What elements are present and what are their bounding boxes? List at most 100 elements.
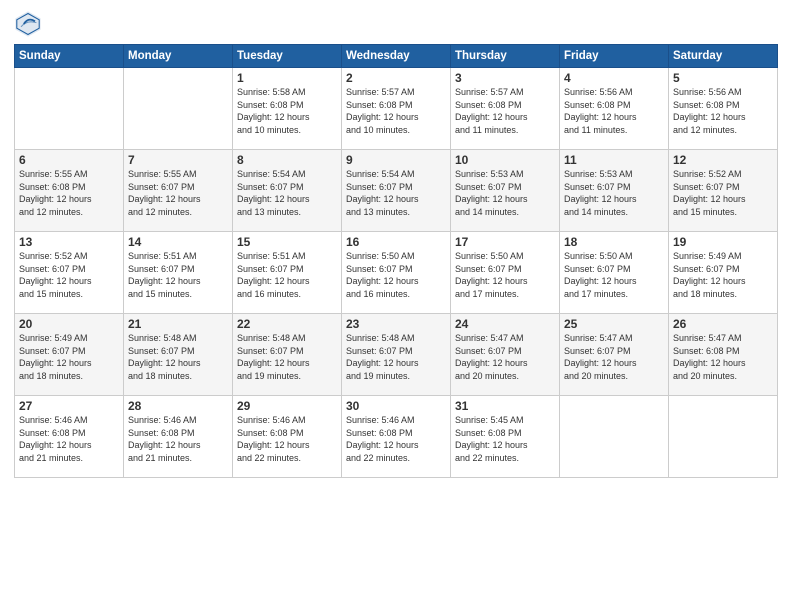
calendar-cell: 22Sunrise: 5:48 AM Sunset: 6:07 PM Dayli… [233, 314, 342, 396]
day-info: Sunrise: 5:47 AM Sunset: 6:07 PM Dayligh… [564, 332, 664, 382]
week-row-0: 1Sunrise: 5:58 AM Sunset: 6:08 PM Daylig… [15, 68, 778, 150]
day-number: 19 [673, 235, 773, 249]
day-number: 7 [128, 153, 228, 167]
day-number: 13 [19, 235, 119, 249]
day-info: Sunrise: 5:55 AM Sunset: 6:07 PM Dayligh… [128, 168, 228, 218]
day-number: 15 [237, 235, 337, 249]
calendar-cell: 7Sunrise: 5:55 AM Sunset: 6:07 PM Daylig… [124, 150, 233, 232]
day-info: Sunrise: 5:48 AM Sunset: 6:07 PM Dayligh… [128, 332, 228, 382]
day-info: Sunrise: 5:48 AM Sunset: 6:07 PM Dayligh… [237, 332, 337, 382]
calendar-cell: 8Sunrise: 5:54 AM Sunset: 6:07 PM Daylig… [233, 150, 342, 232]
calendar-cell: 25Sunrise: 5:47 AM Sunset: 6:07 PM Dayli… [560, 314, 669, 396]
calendar-cell: 9Sunrise: 5:54 AM Sunset: 6:07 PM Daylig… [342, 150, 451, 232]
calendar-header: SundayMondayTuesdayWednesdayThursdayFrid… [15, 45, 778, 68]
day-number: 21 [128, 317, 228, 331]
calendar-cell [669, 396, 778, 478]
calendar-cell: 11Sunrise: 5:53 AM Sunset: 6:07 PM Dayli… [560, 150, 669, 232]
day-number: 18 [564, 235, 664, 249]
day-number: 23 [346, 317, 446, 331]
day-number: 8 [237, 153, 337, 167]
day-info: Sunrise: 5:46 AM Sunset: 6:08 PM Dayligh… [128, 414, 228, 464]
calendar-table: SundayMondayTuesdayWednesdayThursdayFrid… [14, 44, 778, 478]
day-info: Sunrise: 5:56 AM Sunset: 6:08 PM Dayligh… [673, 86, 773, 136]
day-number: 1 [237, 71, 337, 85]
calendar-cell: 19Sunrise: 5:49 AM Sunset: 6:07 PM Dayli… [669, 232, 778, 314]
day-number: 27 [19, 399, 119, 413]
day-info: Sunrise: 5:54 AM Sunset: 6:07 PM Dayligh… [346, 168, 446, 218]
calendar-cell: 16Sunrise: 5:50 AM Sunset: 6:07 PM Dayli… [342, 232, 451, 314]
calendar-cell: 4Sunrise: 5:56 AM Sunset: 6:08 PM Daylig… [560, 68, 669, 150]
logo-icon [14, 10, 42, 38]
calendar-cell: 27Sunrise: 5:46 AM Sunset: 6:08 PM Dayli… [15, 396, 124, 478]
day-number: 2 [346, 71, 446, 85]
calendar-cell: 12Sunrise: 5:52 AM Sunset: 6:07 PM Dayli… [669, 150, 778, 232]
day-number: 28 [128, 399, 228, 413]
day-info: Sunrise: 5:49 AM Sunset: 6:07 PM Dayligh… [19, 332, 119, 382]
day-number: 20 [19, 317, 119, 331]
calendar-cell [15, 68, 124, 150]
day-info: Sunrise: 5:47 AM Sunset: 6:08 PM Dayligh… [673, 332, 773, 382]
calendar-cell: 20Sunrise: 5:49 AM Sunset: 6:07 PM Dayli… [15, 314, 124, 396]
day-info: Sunrise: 5:51 AM Sunset: 6:07 PM Dayligh… [237, 250, 337, 300]
weekday-header-row: SundayMondayTuesdayWednesdayThursdayFrid… [15, 45, 778, 68]
week-row-4: 27Sunrise: 5:46 AM Sunset: 6:08 PM Dayli… [15, 396, 778, 478]
week-row-3: 20Sunrise: 5:49 AM Sunset: 6:07 PM Dayli… [15, 314, 778, 396]
day-info: Sunrise: 5:46 AM Sunset: 6:08 PM Dayligh… [346, 414, 446, 464]
day-number: 25 [564, 317, 664, 331]
calendar-cell: 29Sunrise: 5:46 AM Sunset: 6:08 PM Dayli… [233, 396, 342, 478]
day-number: 31 [455, 399, 555, 413]
day-info: Sunrise: 5:50 AM Sunset: 6:07 PM Dayligh… [564, 250, 664, 300]
calendar-cell: 31Sunrise: 5:45 AM Sunset: 6:08 PM Dayli… [451, 396, 560, 478]
calendar-cell: 3Sunrise: 5:57 AM Sunset: 6:08 PM Daylig… [451, 68, 560, 150]
week-row-2: 13Sunrise: 5:52 AM Sunset: 6:07 PM Dayli… [15, 232, 778, 314]
day-number: 17 [455, 235, 555, 249]
calendar-cell: 15Sunrise: 5:51 AM Sunset: 6:07 PM Dayli… [233, 232, 342, 314]
calendar-cell: 30Sunrise: 5:46 AM Sunset: 6:08 PM Dayli… [342, 396, 451, 478]
weekday-header-friday: Friday [560, 45, 669, 68]
day-info: Sunrise: 5:58 AM Sunset: 6:08 PM Dayligh… [237, 86, 337, 136]
day-number: 16 [346, 235, 446, 249]
week-row-1: 6Sunrise: 5:55 AM Sunset: 6:08 PM Daylig… [15, 150, 778, 232]
weekday-header-thursday: Thursday [451, 45, 560, 68]
calendar-cell: 26Sunrise: 5:47 AM Sunset: 6:08 PM Dayli… [669, 314, 778, 396]
day-number: 10 [455, 153, 555, 167]
calendar-body: 1Sunrise: 5:58 AM Sunset: 6:08 PM Daylig… [15, 68, 778, 478]
day-info: Sunrise: 5:56 AM Sunset: 6:08 PM Dayligh… [564, 86, 664, 136]
calendar-cell: 5Sunrise: 5:56 AM Sunset: 6:08 PM Daylig… [669, 68, 778, 150]
calendar-cell: 23Sunrise: 5:48 AM Sunset: 6:07 PM Dayli… [342, 314, 451, 396]
day-number: 5 [673, 71, 773, 85]
day-number: 30 [346, 399, 446, 413]
day-info: Sunrise: 5:57 AM Sunset: 6:08 PM Dayligh… [346, 86, 446, 136]
day-info: Sunrise: 5:48 AM Sunset: 6:07 PM Dayligh… [346, 332, 446, 382]
day-number: 4 [564, 71, 664, 85]
day-number: 6 [19, 153, 119, 167]
weekday-header-sunday: Sunday [15, 45, 124, 68]
weekday-header-saturday: Saturday [669, 45, 778, 68]
calendar-cell: 24Sunrise: 5:47 AM Sunset: 6:07 PM Dayli… [451, 314, 560, 396]
day-number: 29 [237, 399, 337, 413]
day-info: Sunrise: 5:52 AM Sunset: 6:07 PM Dayligh… [673, 168, 773, 218]
header [14, 10, 778, 38]
weekday-header-monday: Monday [124, 45, 233, 68]
weekday-header-tuesday: Tuesday [233, 45, 342, 68]
day-info: Sunrise: 5:53 AM Sunset: 6:07 PM Dayligh… [455, 168, 555, 218]
day-info: Sunrise: 5:55 AM Sunset: 6:08 PM Dayligh… [19, 168, 119, 218]
day-number: 26 [673, 317, 773, 331]
calendar-cell: 2Sunrise: 5:57 AM Sunset: 6:08 PM Daylig… [342, 68, 451, 150]
day-info: Sunrise: 5:46 AM Sunset: 6:08 PM Dayligh… [19, 414, 119, 464]
calendar-cell [560, 396, 669, 478]
calendar-cell: 6Sunrise: 5:55 AM Sunset: 6:08 PM Daylig… [15, 150, 124, 232]
day-info: Sunrise: 5:46 AM Sunset: 6:08 PM Dayligh… [237, 414, 337, 464]
day-info: Sunrise: 5:52 AM Sunset: 6:07 PM Dayligh… [19, 250, 119, 300]
day-number: 9 [346, 153, 446, 167]
day-number: 24 [455, 317, 555, 331]
logo [14, 10, 46, 38]
day-info: Sunrise: 5:50 AM Sunset: 6:07 PM Dayligh… [346, 250, 446, 300]
day-info: Sunrise: 5:50 AM Sunset: 6:07 PM Dayligh… [455, 250, 555, 300]
day-info: Sunrise: 5:51 AM Sunset: 6:07 PM Dayligh… [128, 250, 228, 300]
calendar-cell: 21Sunrise: 5:48 AM Sunset: 6:07 PM Dayli… [124, 314, 233, 396]
day-info: Sunrise: 5:53 AM Sunset: 6:07 PM Dayligh… [564, 168, 664, 218]
day-number: 3 [455, 71, 555, 85]
calendar-cell: 14Sunrise: 5:51 AM Sunset: 6:07 PM Dayli… [124, 232, 233, 314]
day-info: Sunrise: 5:54 AM Sunset: 6:07 PM Dayligh… [237, 168, 337, 218]
